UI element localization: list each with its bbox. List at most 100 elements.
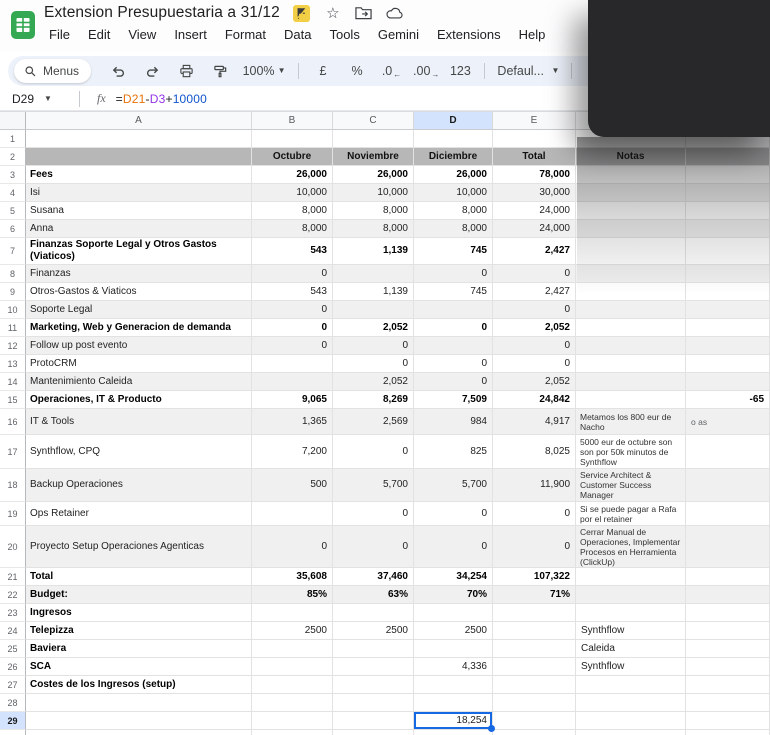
cell-B30[interactable] xyxy=(252,730,333,735)
cell-B23[interactable] xyxy=(252,604,333,622)
zoom-select[interactable]: 100%▼ xyxy=(239,59,289,83)
cell-A20[interactable]: Proyecto Setup Operaciones Agenticas xyxy=(26,526,252,568)
cell-F20[interactable]: Cerrar Manual de Operaciones, Implementa… xyxy=(576,526,686,568)
cell-E24[interactable] xyxy=(493,622,576,640)
cell-A30[interactable] xyxy=(26,730,252,735)
cell-E26[interactable] xyxy=(493,658,576,676)
cell-A23[interactable]: Ingresos xyxy=(26,604,252,622)
cell-F28[interactable] xyxy=(576,694,686,712)
cell-E1[interactable] xyxy=(493,130,576,148)
cell-C13[interactable]: 0 xyxy=(333,355,414,373)
cell-A5[interactable]: Susana xyxy=(26,202,252,220)
cell-D18[interactable]: 5,700 xyxy=(414,469,493,502)
cell-D8[interactable]: 0 xyxy=(414,265,493,283)
cell-C9[interactable]: 1,139 xyxy=(333,283,414,301)
row-header-12[interactable]: 12 xyxy=(0,337,26,355)
cell-B9[interactable]: 543 xyxy=(252,283,333,301)
cell-G25[interactable] xyxy=(686,640,770,658)
paint-format-button[interactable] xyxy=(205,59,235,83)
cell-C24[interactable]: 2500 xyxy=(333,622,414,640)
menu-tools[interactable]: Tools xyxy=(322,25,366,44)
number-format-button[interactable]: 123 xyxy=(445,59,475,83)
cell-A10[interactable]: Soporte Legal xyxy=(26,301,252,319)
row-header-7[interactable]: 7 xyxy=(0,238,26,265)
sheets-logo-icon[interactable] xyxy=(10,10,36,45)
row-header-26[interactable]: 26 xyxy=(0,658,26,676)
cell-F18[interactable]: Service Architect & Customer Success Man… xyxy=(576,469,686,502)
row-header-28[interactable]: 28 xyxy=(0,694,26,712)
cell-E21[interactable]: 107,322 xyxy=(493,568,576,586)
cell-G30[interactable] xyxy=(686,730,770,735)
row-header-10[interactable]: 10 xyxy=(0,301,26,319)
cell-G20[interactable] xyxy=(686,526,770,568)
name-box[interactable]: D29 ▼ xyxy=(12,92,74,106)
cell-D20[interactable]: 0 xyxy=(414,526,493,568)
cell-D27[interactable] xyxy=(414,676,493,694)
cell-C12[interactable]: 0 xyxy=(333,337,414,355)
cell-G29[interactable] xyxy=(686,712,770,730)
row-header-9[interactable]: 9 xyxy=(0,283,26,301)
cell-B8[interactable]: 0 xyxy=(252,265,333,283)
cell-F9[interactable] xyxy=(576,283,686,301)
cell-F5[interactable] xyxy=(576,202,686,220)
cell-D2[interactable]: Diciembre xyxy=(414,148,493,166)
cell-C22[interactable]: 63% xyxy=(333,586,414,604)
cell-C29[interactable] xyxy=(333,712,414,730)
cell-A19[interactable]: Ops Retainer xyxy=(26,502,252,526)
cell-E19[interactable]: 0 xyxy=(493,502,576,526)
cell-B28[interactable] xyxy=(252,694,333,712)
cell-B6[interactable]: 8,000 xyxy=(252,220,333,238)
cell-A13[interactable]: ProtoCRM xyxy=(26,355,252,373)
cell-D16[interactable]: 984 xyxy=(414,409,493,435)
row-header-6[interactable]: 6 xyxy=(0,220,26,238)
cell-B12[interactable]: 0 xyxy=(252,337,333,355)
cell-A4[interactable]: Isi xyxy=(26,184,252,202)
cell-F16[interactable]: Metamos los 800 eur de Nacho xyxy=(576,409,686,435)
cell-B2[interactable]: Octubre xyxy=(252,148,333,166)
cell-C27[interactable] xyxy=(333,676,414,694)
cell-D13[interactable]: 0 xyxy=(414,355,493,373)
cell-F23[interactable] xyxy=(576,604,686,622)
cell-F8[interactable] xyxy=(576,265,686,283)
row-header-5[interactable]: 5 xyxy=(0,202,26,220)
cell-C17[interactable]: 0 xyxy=(333,435,414,469)
cell-G21[interactable] xyxy=(686,568,770,586)
cell-C11[interactable]: 2,052 xyxy=(333,319,414,337)
percent-format-button[interactable]: % xyxy=(342,59,372,83)
row-header-1[interactable]: 1 xyxy=(0,130,26,148)
row-header-20[interactable]: 20 xyxy=(0,526,26,568)
print-button[interactable] xyxy=(171,59,201,83)
menu-insert[interactable]: Insert xyxy=(167,25,214,44)
cell-F2[interactable]: Notas xyxy=(576,148,686,166)
cell-F10[interactable] xyxy=(576,301,686,319)
cell-D19[interactable]: 0 xyxy=(414,502,493,526)
cell-D17[interactable]: 825 xyxy=(414,435,493,469)
col-header-B[interactable]: B xyxy=(252,112,333,130)
cell-C30[interactable] xyxy=(333,730,414,735)
cell-E9[interactable]: 2,427 xyxy=(493,283,576,301)
cell-E7[interactable]: 2,427 xyxy=(493,238,576,265)
currency-format-button[interactable]: £ xyxy=(308,59,338,83)
cell-C14[interactable]: 2,052 xyxy=(333,373,414,391)
document-title[interactable]: Extension Presupuestaria a 31/12 xyxy=(44,4,280,22)
cell-G7[interactable] xyxy=(686,238,770,265)
cell-A27[interactable]: Costes de los Ingresos (setup) xyxy=(26,676,252,694)
cell-A22[interactable]: Budget: xyxy=(26,586,252,604)
cell-A9[interactable]: Otros-Gastos & Viaticos xyxy=(26,283,252,301)
cell-C25[interactable] xyxy=(333,640,414,658)
cell-A24[interactable]: Telepizza xyxy=(26,622,252,640)
star-icon[interactable]: ☆ xyxy=(324,4,342,22)
cell-A17[interactable]: Synthflow, CPQ xyxy=(26,435,252,469)
cell-C18[interactable]: 5,700 xyxy=(333,469,414,502)
cell-G26[interactable] xyxy=(686,658,770,676)
cell-G3[interactable] xyxy=(686,166,770,184)
cell-G13[interactable] xyxy=(686,355,770,373)
cell-B3[interactable]: 26,000 xyxy=(252,166,333,184)
cell-E3[interactable]: 78,000 xyxy=(493,166,576,184)
cell-E5[interactable]: 24,000 xyxy=(493,202,576,220)
cell-D29[interactable]: 18,254 xyxy=(414,712,493,730)
cell-D6[interactable]: 8,000 xyxy=(414,220,493,238)
col-header-E[interactable]: E xyxy=(493,112,576,130)
cell-E11[interactable]: 2,052 xyxy=(493,319,576,337)
menu-edit[interactable]: Edit xyxy=(81,25,117,44)
